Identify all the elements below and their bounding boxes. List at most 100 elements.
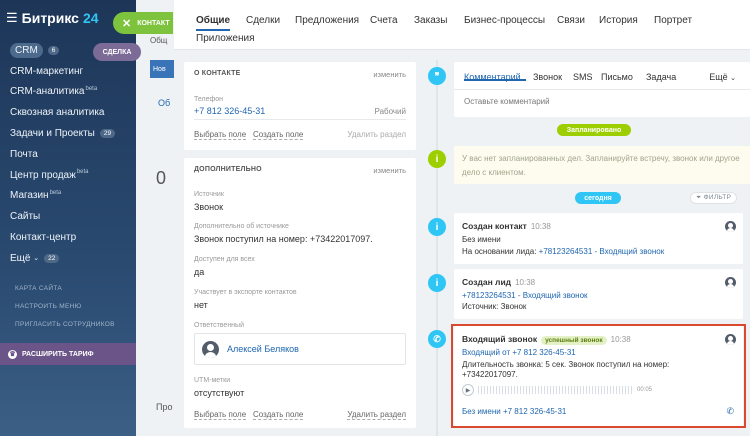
source-label: Источник bbox=[194, 191, 224, 198]
background-general-label: Общ bbox=[150, 36, 168, 45]
planned-note: У вас нет запланированных дел. Запланиру… bbox=[454, 146, 750, 184]
status-badge: успешный звонок bbox=[541, 336, 607, 345]
tab-history[interactable]: История bbox=[599, 15, 638, 26]
call-contact-name-link[interactable]: Без имени bbox=[462, 407, 501, 416]
close-contact-button[interactable]: ✕ КОНТАКТ bbox=[113, 12, 173, 34]
event-user[interactable] bbox=[725, 277, 736, 288]
event-contact-created: Создан контакт 10:38 Без имени На основан… bbox=[454, 213, 743, 264]
chevron-down-icon: ⌄ bbox=[730, 75, 736, 82]
close-icon: ✕ bbox=[122, 17, 132, 30]
export-label: Участвует в экспорте контактов bbox=[194, 289, 297, 296]
sidebar-item-tasks[interactable]: Задачи и Проекты 29 bbox=[10, 123, 132, 144]
phone-icon: ✆ bbox=[428, 330, 446, 348]
responsible-label: Ответственный bbox=[194, 322, 244, 329]
background-page: Общ Нов Об 0 Про bbox=[136, 0, 174, 436]
sidebar-item-crm-marketing[interactable]: CRM-маркетинг bbox=[10, 61, 132, 82]
tab-links[interactable]: Связи bbox=[557, 15, 585, 26]
editor-tab-sms[interactable]: SMS bbox=[573, 72, 593, 82]
call-contact-phone-link[interactable]: +7 812 326-45-31 bbox=[503, 407, 566, 416]
planned-label: Запланировано bbox=[557, 124, 631, 136]
responsible-name[interactable]: Алексей Беляков bbox=[227, 344, 299, 354]
about-create-field-link[interactable]: Создать поле bbox=[253, 130, 304, 140]
event-time: 10:38 bbox=[515, 278, 536, 287]
event-time: 10:38 bbox=[610, 335, 631, 344]
about-contact-card: О КОНТАКТЕ изменить Телефон +7 812 326-4… bbox=[184, 62, 416, 150]
event-user[interactable] bbox=[725, 334, 736, 345]
extra-choose-field-link[interactable]: Выбрать поле bbox=[194, 410, 247, 420]
phone-type: Рабочий bbox=[374, 107, 406, 116]
sidebar-invite-link[interactable]: ПРИГЛАСИТЬ СОТРУДНИКОВ bbox=[15, 321, 115, 328]
lead-link[interactable]: +78123264531 - Входящий звонок bbox=[539, 247, 665, 256]
extra-card: ДОПОЛНИТЕЛЬНО изменить Источник Звонок Д… bbox=[184, 158, 416, 428]
sidebar-item-more[interactable]: Ещё ⌄ 22 bbox=[10, 248, 132, 269]
export-value: нет bbox=[194, 300, 208, 310]
deal-pill[interactable]: СДЕЛКА bbox=[93, 43, 141, 61]
sidebar-item-crm-analytics[interactable]: CRM-аналитика beta bbox=[10, 82, 132, 103]
filter-button[interactable]: ⏷ ФИЛЬТР bbox=[690, 192, 738, 204]
tab-invoices[interactable]: Счета bbox=[370, 15, 398, 26]
audio-duration: 00:05 bbox=[636, 387, 652, 393]
lead-link[interactable]: +78123264531 - Входящий звонок bbox=[462, 291, 588, 300]
about-delete-section-link[interactable]: Удалить раздел bbox=[347, 130, 406, 139]
filter-icon: ⏷ bbox=[696, 194, 702, 201]
event-line: Источник: Звонок bbox=[462, 302, 527, 311]
tab-orders[interactable]: Заказы bbox=[414, 15, 447, 26]
logo[interactable]: ☰ Битрикс 24 bbox=[6, 10, 99, 26]
sidebar-menu: CRM 6 CRM-маркетинг CRM-аналитика beta Скв… bbox=[10, 40, 132, 269]
about-choose-field-link[interactable]: Выбрать поле bbox=[194, 130, 247, 140]
contact-tabs: Общие Сделки Предложения Счета Заказы Би… bbox=[174, 0, 750, 50]
about-card-edit-link[interactable]: изменить bbox=[373, 70, 406, 79]
extra-create-field-link[interactable]: Создать поле bbox=[253, 410, 304, 420]
timeline-line bbox=[436, 60, 438, 436]
extra-card-edit-link[interactable]: изменить bbox=[373, 166, 406, 175]
call-duration-line: Длительность звонка: 5 сек. Звонок посту… bbox=[462, 360, 670, 369]
sidebar-item-store[interactable]: Магазин beta bbox=[10, 186, 132, 207]
editor-tab-task[interactable]: Задача bbox=[646, 72, 676, 82]
tab-general[interactable]: Общие bbox=[196, 15, 231, 31]
info-icon: i bbox=[428, 150, 446, 168]
tab-quotes[interactable]: Предложения bbox=[295, 15, 359, 26]
tab-deals[interactable]: Сделки bbox=[246, 15, 280, 26]
sidebar-item-sales-center[interactable]: Центр продаж beta bbox=[10, 165, 132, 186]
expand-tariff-button[interactable]: ♛ РАСШИРИТЬ ТАРИФ bbox=[0, 343, 136, 365]
crown-icon: ♛ bbox=[8, 349, 17, 359]
available-value: да bbox=[194, 267, 205, 277]
sidebar-item-end-to-end-analytics[interactable]: Сквозная аналитика bbox=[10, 102, 132, 123]
sidebar-badge: 6 bbox=[47, 45, 60, 55]
logo-version: 24 bbox=[82, 10, 99, 26]
editor-tab-underline bbox=[464, 79, 526, 81]
phone-label: Телефон bbox=[194, 96, 224, 103]
activity-editor: Комментарий Звонок SMS Письмо Задача Ещё… bbox=[454, 62, 750, 117]
responsible-person[interactable]: Алексей Беляков bbox=[194, 333, 406, 365]
call-number-line: +73422017097. bbox=[462, 370, 518, 379]
sidebar-item-mail[interactable]: Почта bbox=[10, 144, 132, 165]
sidebar-setup-menu-link[interactable]: НАСТРОИТЬ МЕНЮ bbox=[15, 303, 82, 310]
menu-burger-icon[interactable]: ☰ bbox=[6, 10, 18, 26]
call-from-link[interactable]: Входящий от +7 812 326-45-31 bbox=[462, 348, 576, 357]
utm-label: UTM-метки bbox=[194, 377, 231, 384]
tab-business-processes[interactable]: Бизнес-процессы bbox=[464, 15, 545, 26]
event-user[interactable] bbox=[725, 221, 736, 232]
extra-delete-section-link[interactable]: Удалить раздел bbox=[347, 410, 406, 420]
play-icon[interactable]: ▶ bbox=[462, 384, 474, 396]
call-title: Входящий звонок успешный звонок 10:38 bbox=[462, 334, 631, 345]
sidebar-badge: 29 bbox=[99, 129, 116, 139]
extra-card-title: ДОПОЛНИТЕЛЬНО bbox=[194, 166, 262, 173]
editor-tab-call[interactable]: Звонок bbox=[533, 72, 562, 82]
contact-slider: Общие Сделки Предложения Счета Заказы Би… bbox=[174, 0, 750, 436]
editor-more-button[interactable]: Ещё ⌄ bbox=[709, 72, 736, 82]
event-lead-created: Создан лид 10:38 +78123264531 - Входящий … bbox=[454, 269, 743, 319]
sidebar-item-sites[interactable]: Сайты bbox=[10, 206, 132, 227]
sidebar-sitemap-link[interactable]: КАРТА САЙТА bbox=[15, 285, 62, 292]
avatar bbox=[725, 277, 736, 288]
tab-portrait[interactable]: Портрет bbox=[654, 15, 692, 26]
audio-waveform[interactable] bbox=[478, 386, 633, 394]
source-value: Звонок bbox=[194, 202, 224, 212]
source-more-value: Звонок поступил на номер: +73422017097. bbox=[194, 234, 373, 244]
tab-applications[interactable]: Приложения bbox=[196, 33, 255, 44]
phone-icon[interactable]: ✆ bbox=[726, 406, 734, 417]
editor-tab-email[interactable]: Письмо bbox=[601, 72, 633, 82]
sidebar-item-contact-center[interactable]: Контакт-центр bbox=[10, 227, 132, 248]
comment-input[interactable]: Оставьте комментарий bbox=[464, 97, 550, 106]
background-tab: Об bbox=[158, 98, 171, 108]
